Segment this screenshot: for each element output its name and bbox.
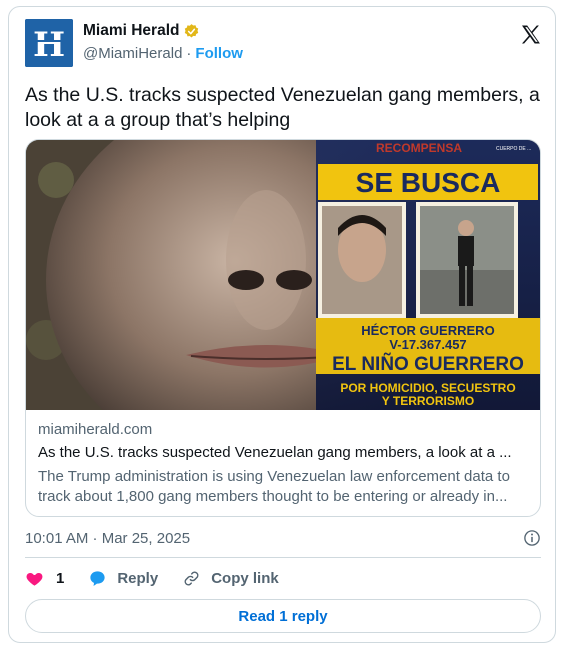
link-description: The Trump administration is using Venezu… [38,468,510,505]
link-title[interactable]: As the U.S. tracks suspected Venezuelan … [38,443,530,463]
avatar-logo-letter: H [33,25,65,65]
action-bar: 1 Reply Copy link [25,567,303,589]
poster-alias: EL NIÑO GUERRERO [332,353,524,375]
wanted-poster-image: RECOMPENSA CUERPO DE ... SE BUSCA HÉCTOR… [26,140,540,410]
like-count: 1 [56,569,65,587]
name-row: Miami Herald [83,21,200,41]
divider [25,557,541,558]
poster-id-number: V-17.367.457 [389,337,466,352]
poster-charges-line2: Y TERRORISMO [382,394,474,408]
tweet-text: As the U.S. tracks suspected Venezuelan … [25,84,540,131]
read-reply-button[interactable]: Read 1 reply [25,599,541,633]
tweet-header: H Miami Herald @MiamiHerald · Follow [25,19,543,67]
poster-charges-line1: POR HOMICIDIO, SECUESTRO [340,381,515,395]
copy-link-label: Copy link [211,569,279,587]
speech-bubble-icon [90,570,105,586]
handle[interactable]: @MiamiHerald [83,45,182,62]
verified-badge-icon [185,23,199,38]
separator-dot: · [186,44,192,62]
link-domain[interactable]: miamiherald.com [38,420,530,440]
x-logo-icon[interactable] [519,23,543,47]
poster-top-text: RECOMPENSA [376,141,462,155]
avatar[interactable]: H [25,19,73,67]
follow-button[interactable]: Follow [195,45,243,62]
display-name[interactable]: Miami Herald [83,22,179,40]
like-button[interactable]: 1 [25,569,64,588]
link-preview-meta: miamiherald.com As the U.S. tracks suspe… [38,420,530,507]
timestamp[interactable]: 10:01 AM · Mar 25, 2025 [25,530,190,547]
handle-row: @MiamiHerald · Follow [83,43,243,63]
link-icon [184,571,199,585]
poster-headline: SE BUSCA [356,167,501,198]
reply-label: Reply [117,569,159,587]
poster-name: HÉCTOR GUERRERO [361,323,494,338]
tweet-embed-card: H Miami Herald @MiamiHerald · Follow As … [8,6,556,643]
poster-corner-text: CUERPO DE ... [496,146,531,152]
heart-icon [26,572,43,586]
reply-button[interactable]: Reply [88,569,158,588]
link-preview-image[interactable]: RECOMPENSA CUERPO DE ... SE BUSCA HÉCTOR… [26,140,540,410]
copy-link-button[interactable]: Copy link [182,569,279,588]
timestamp-row: 10:01 AM · Mar 25, 2025 [25,527,541,549]
link-preview-card[interactable]: RECOMPENSA CUERPO DE ... SE BUSCA HÉCTOR… [25,139,541,517]
info-icon[interactable] [523,529,541,547]
